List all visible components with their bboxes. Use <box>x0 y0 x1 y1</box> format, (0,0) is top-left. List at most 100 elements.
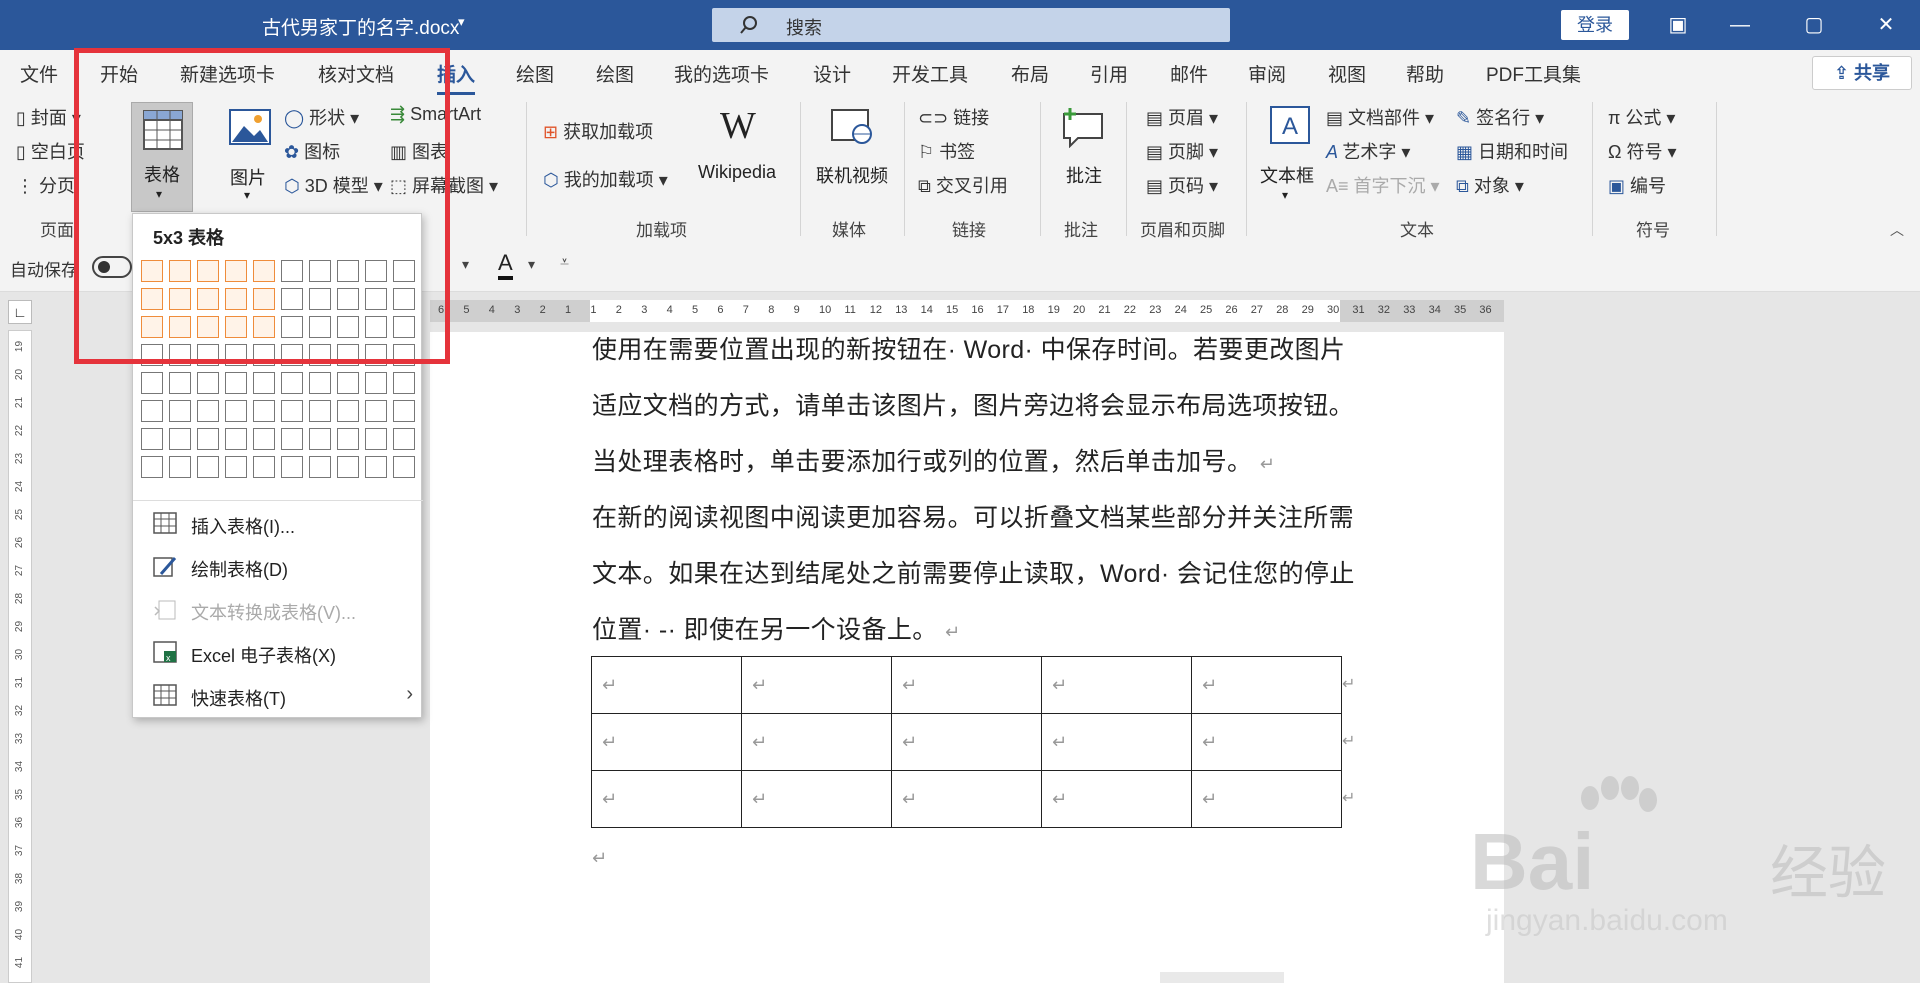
table-grid-cell[interactable] <box>337 456 359 478</box>
comment-button[interactable]: 批注 <box>1056 104 1116 214</box>
cover-button[interactable]: ▯ 封面 ▾ <box>16 104 81 130</box>
footer-button[interactable]: ▤ 页脚 ▾ <box>1146 138 1218 164</box>
table-grid-cell[interactable] <box>141 428 163 450</box>
table-grid-cell[interactable] <box>169 456 191 478</box>
table-grid-cell[interactable] <box>365 456 387 478</box>
table-cell[interactable]: ↵ <box>591 713 742 771</box>
table-grid-cell[interactable] <box>337 372 359 394</box>
tab-developer[interactable]: 开发工具 <box>892 60 968 87</box>
table-grid-cell[interactable] <box>225 428 247 450</box>
collapse-ribbon-icon[interactable]: ︿ <box>1890 220 1904 240</box>
table-cell[interactable]: ↵ <box>1041 770 1192 828</box>
table-cell[interactable]: ↵ <box>1041 656 1192 714</box>
paragraph-line[interactable]: 当处理表格时，单击要添加行或列的位置，然后单击加号。 ↵ <box>592 442 1275 478</box>
table-cell[interactable]: ↵ <box>1041 713 1192 771</box>
cross-reference-button[interactable]: ⧉ 交叉引用 <box>918 172 1008 198</box>
table-grid-cell[interactable] <box>393 428 415 450</box>
tab-mailings[interactable]: 邮件 <box>1170 60 1208 87</box>
insert-table-item[interactable]: 插入表格(I)... <box>153 507 413 541</box>
excel-spreadsheet-item[interactable]: x Excel 电子表格(X) <box>153 636 413 670</box>
table-grid-cell[interactable] <box>197 372 219 394</box>
font-color-dropdown-icon[interactable]: ▾ <box>528 256 535 273</box>
table-grid-cell[interactable] <box>141 400 163 422</box>
table-grid-cell[interactable] <box>197 428 219 450</box>
table-grid-cell[interactable] <box>337 400 359 422</box>
table-grid-cell[interactable] <box>365 428 387 450</box>
tab-file[interactable]: 文件 <box>20 60 58 87</box>
restore-button[interactable]: ▢ <box>1796 8 1832 42</box>
table-grid-cell[interactable] <box>141 456 163 478</box>
link-button[interactable]: ⊂⊃ 链接 <box>918 104 989 130</box>
tab-design[interactable]: 设计 <box>813 60 851 87</box>
table-grid-cell[interactable] <box>197 456 219 478</box>
table-grid-cell[interactable] <box>169 372 191 394</box>
table-grid-cell[interactable] <box>253 400 275 422</box>
page-break-button[interactable]: ⋮ 分页 <box>16 172 75 198</box>
quick-tables-item[interactable]: 快速表格(T) › <box>153 679 413 713</box>
table-cell[interactable]: ↵ <box>1191 770 1342 828</box>
table-grid-cell[interactable] <box>309 372 331 394</box>
equation-button[interactable]: π 公式 ▾ <box>1608 104 1675 130</box>
table-cell[interactable]: ↵ <box>891 656 1042 714</box>
signature-line-button[interactable]: ✎ 签名行 ▾ <box>1456 104 1544 130</box>
customize-toolbar-icon[interactable]: ⩡ <box>560 254 569 272</box>
font-color-icon[interactable]: A <box>498 250 513 280</box>
font-size-dropdown-icon[interactable]: ▾ <box>462 256 469 273</box>
table-grid-cell[interactable] <box>365 400 387 422</box>
paragraph-line[interactable]: 适应文档的方式，请单击该图片，图片旁边将会显示布局选项按钮。 <box>592 386 1354 422</box>
tab-review[interactable]: 审阅 <box>1248 60 1286 87</box>
table-grid-cell[interactable] <box>253 372 275 394</box>
table-grid-cell[interactable] <box>365 372 387 394</box>
textbox-button[interactable]: A 文本框 ▾ <box>1258 104 1320 214</box>
header-button[interactable]: ▤ 页眉 ▾ <box>1146 104 1218 130</box>
table-grid-cell[interactable] <box>281 400 303 422</box>
tab-draw[interactable]: 绘图 <box>516 60 554 87</box>
table-cell[interactable]: ↵ <box>741 770 892 828</box>
table-grid-cell[interactable] <box>337 428 359 450</box>
tab-help[interactable]: 帮助 <box>1406 60 1444 87</box>
symbol-button[interactable]: Ω 符号 ▾ <box>1608 138 1677 164</box>
table-grid-cell[interactable] <box>309 400 331 422</box>
tab-view[interactable]: 视图 <box>1328 60 1366 87</box>
table-grid-cell[interactable] <box>281 372 303 394</box>
my-addins-button[interactable]: ⬡ 我的加载项 ▾ <box>543 166 668 192</box>
title-dropdown-icon[interactable]: ▾ <box>458 14 465 30</box>
paragraph-line[interactable]: 文本。如果在达到结尾处之前需要停止读取，Word· 会记住您的停止 <box>592 554 1355 590</box>
minimize-button[interactable]: — <box>1722 8 1758 42</box>
ribbon-display-icon[interactable]: ▣ <box>1660 8 1696 42</box>
table-grid-cell[interactable] <box>309 428 331 450</box>
drop-cap-button[interactable]: A≡ 首字下沉 ▾ <box>1326 172 1440 198</box>
paragraph-line[interactable]: 在新的阅读视图中阅读更加容易。可以折叠文档某些部分并关注所需 <box>592 498 1354 534</box>
get-addins-button[interactable]: ⊞ 获取加载项 <box>543 118 653 144</box>
table-grid-cell[interactable] <box>281 456 303 478</box>
paragraph-line[interactable]: 使用在需要位置出现的新按钮在· Word· 中保存时间。若要更改图片 <box>592 330 1345 366</box>
tab-layout[interactable]: 布局 <box>1011 60 1049 87</box>
table-cell[interactable]: ↵ <box>1191 656 1342 714</box>
table-cell[interactable]: ↵ <box>591 656 742 714</box>
table-grid-cell[interactable] <box>309 456 331 478</box>
date-time-button[interactable]: ▦ 日期和时间 <box>1456 138 1568 164</box>
table-grid-cell[interactable] <box>225 400 247 422</box>
table-grid-cell[interactable] <box>393 400 415 422</box>
tab-references[interactable]: 引用 <box>1090 60 1128 87</box>
table-grid-cell[interactable] <box>393 372 415 394</box>
paragraph-line[interactable]: 位置· -· 即使在另一个设备上。 ↵ <box>592 610 961 646</box>
online-video-button[interactable]: 联机视频 <box>812 104 892 214</box>
document-title[interactable]: 古代男家丁的名字.docx <box>262 13 459 40</box>
table-grid-cell[interactable] <box>393 456 415 478</box>
object-button[interactable]: ⧉ 对象 ▾ <box>1456 172 1524 198</box>
tab-selector-icon[interactable]: ∟ <box>8 300 32 324</box>
table-cell[interactable]: ↵ <box>591 770 742 828</box>
document-table[interactable]: ↵ ↵ ↵ ↵ ↵ ↵ ↵ ↵ ↵ ↵ ↵ ↵ ↵ ↵ ↵ <box>591 656 1342 828</box>
table-cell[interactable]: ↵ <box>891 770 1042 828</box>
table-cell[interactable]: ↵ <box>891 713 1042 771</box>
number-button[interactable]: ▣ 编号 <box>1608 172 1666 198</box>
table-grid-cell[interactable] <box>141 372 163 394</box>
table-grid-cell[interactable] <box>169 400 191 422</box>
login-button[interactable]: 登录 <box>1561 10 1629 40</box>
bookmark-button[interactable]: ⚐ 书签 <box>918 138 975 164</box>
table-grid-cell[interactable] <box>253 428 275 450</box>
document-parts-button[interactable]: ▤ 文档部件 ▾ <box>1326 104 1434 130</box>
table-grid-cell[interactable] <box>253 456 275 478</box>
convert-text-to-table-item[interactable]: 文本转换成表格(V)... <box>153 593 413 627</box>
